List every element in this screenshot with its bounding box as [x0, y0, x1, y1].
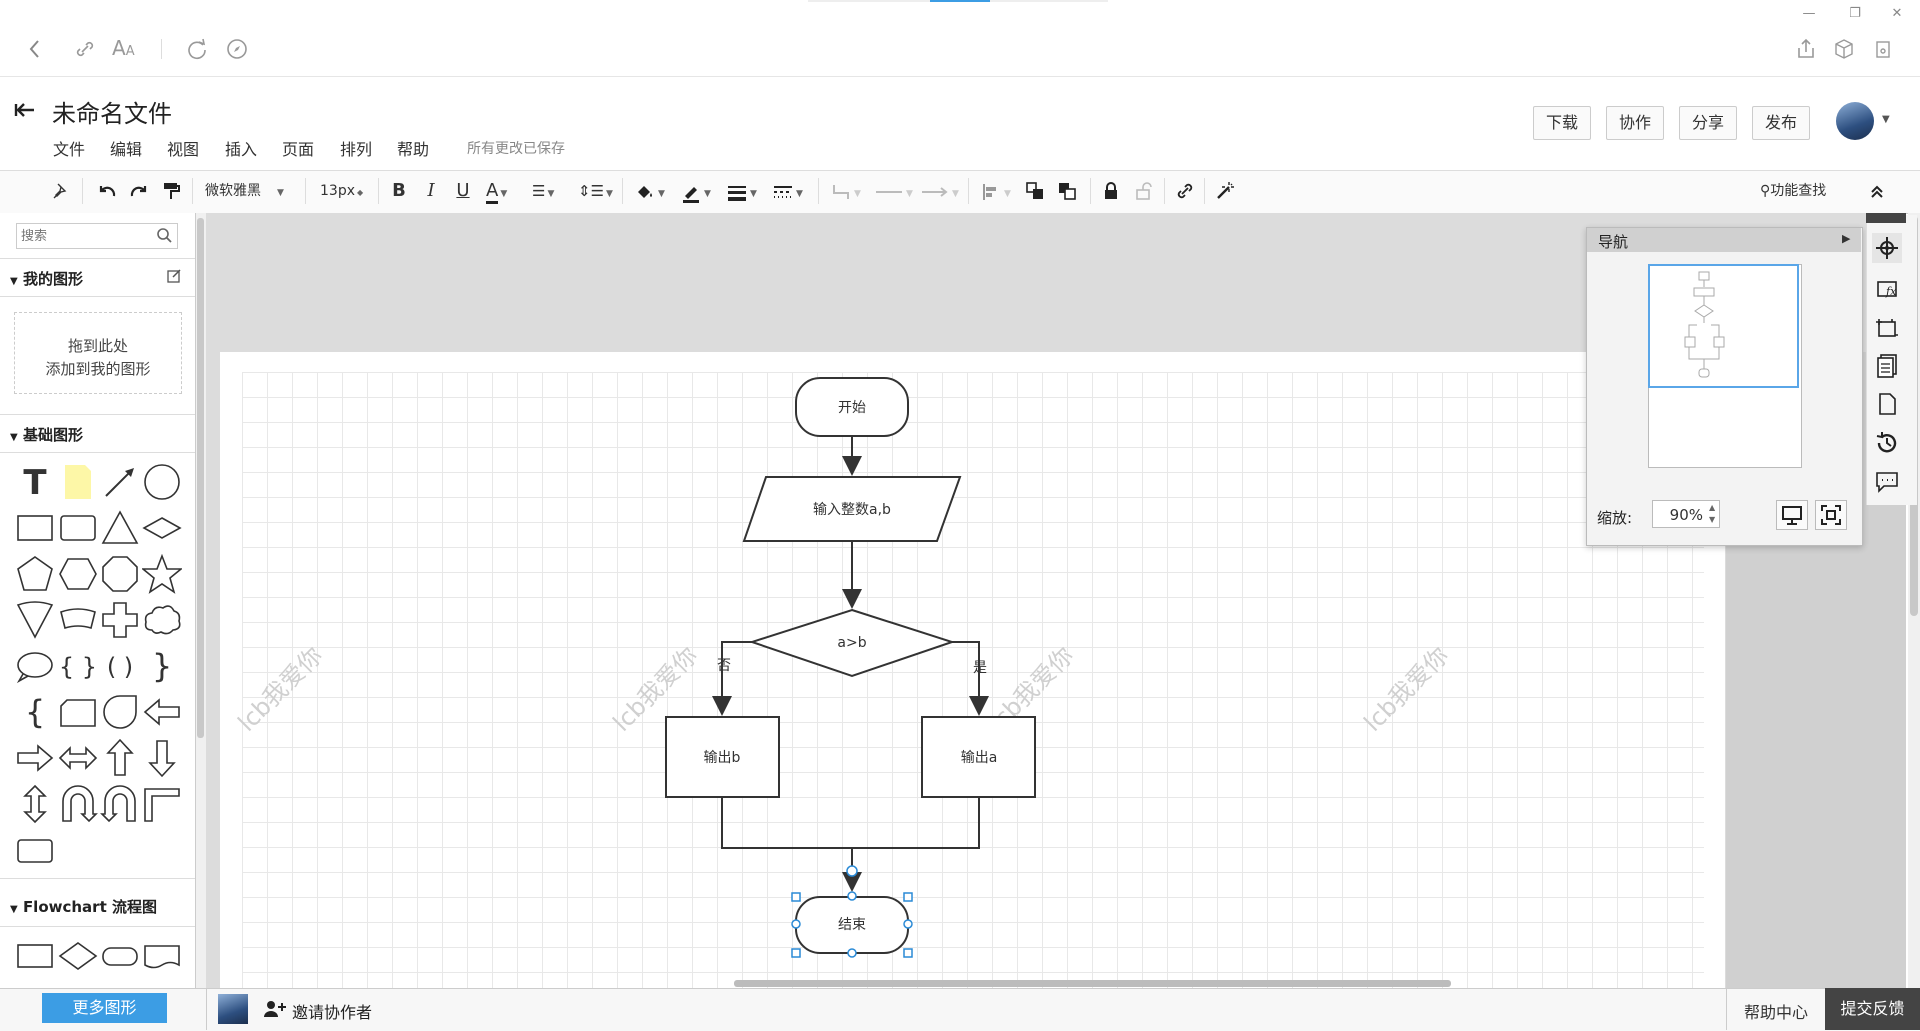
selection-handle — [847, 948, 857, 958]
zoom-label: 缩放: — [1597, 509, 1633, 527]
start-label[interactable]: 开始 — [838, 400, 866, 416]
zoom-value: 90% — [1669, 506, 1703, 524]
input-label[interactable]: 输入整数a,b — [813, 502, 891, 518]
navigator-title: 导航 — [1598, 233, 1629, 251]
pages-icon[interactable] — [1872, 350, 1902, 380]
toolstrip-cap — [1866, 213, 1906, 223]
decision-label[interactable]: a>b — [837, 635, 866, 651]
feedback-button[interactable]: 提交反馈 — [1825, 988, 1920, 1030]
connector-decision-no — [712, 641, 752, 716]
no-branch-label[interactable]: 否 — [717, 658, 731, 674]
help-center-link[interactable]: 帮助中心 — [1744, 999, 1808, 1023]
selection-handle — [903, 892, 913, 902]
connector-decision-yes — [952, 641, 989, 716]
navigator-toggle-icon[interactable] — [1872, 233, 1902, 263]
selection-handle — [903, 948, 913, 958]
selection-handle — [791, 919, 801, 929]
fit-page-icon[interactable] — [1815, 500, 1847, 530]
horizontal-scrollbar[interactable] — [734, 980, 1451, 987]
history-icon[interactable] — [1872, 428, 1902, 458]
selection-handle — [791, 892, 801, 902]
user-avatar[interactable] — [218, 994, 248, 1024]
yes-branch-label[interactable]: 是 — [973, 660, 987, 676]
end-label[interactable]: 结束 — [838, 917, 866, 933]
output-b-label[interactable]: 输出b — [704, 750, 741, 766]
comment-icon[interactable] — [1872, 466, 1902, 496]
add-user-icon[interactable] — [262, 998, 288, 1020]
more-shapes-button[interactable]: 更多图形 — [42, 993, 167, 1023]
svg-text:fx: fx — [1885, 285, 1897, 298]
selection-handle — [791, 948, 801, 958]
selection-handle — [847, 891, 857, 901]
document-icon[interactable] — [1872, 389, 1902, 419]
zoom-stepper[interactable]: ▲ ▼ — [1709, 502, 1715, 526]
expand-icon[interactable]: ▶ — [1842, 232, 1850, 245]
bottom-bar — [0, 988, 1920, 1031]
navigator-viewport[interactable] — [1648, 264, 1799, 388]
selection-handle — [903, 919, 913, 929]
divider — [1726, 988, 1727, 1030]
connection-handle — [846, 865, 858, 877]
navigator-header — [1587, 228, 1861, 252]
formula-icon[interactable]: fx — [1872, 275, 1902, 305]
output-a-label[interactable]: 输出a — [961, 750, 998, 766]
invite-collaborators[interactable]: 邀请协作者 — [292, 999, 372, 1023]
presentation-icon[interactable] — [1776, 500, 1808, 530]
page-size-icon[interactable] — [1872, 313, 1902, 343]
connector-merge — [721, 797, 980, 849]
divider — [206, 988, 207, 1030]
